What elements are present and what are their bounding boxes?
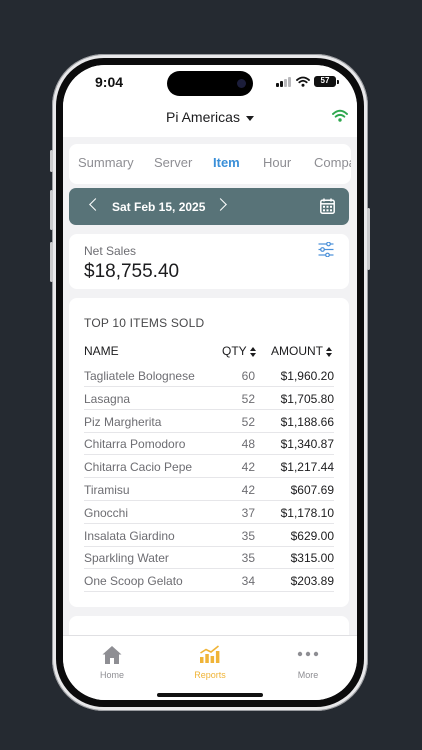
item-amount: $1,178.10 — [280, 505, 334, 520]
top-items-title: TOP 10 ITEMS SOLD — [84, 316, 205, 330]
nav-home[interactable]: Home — [63, 636, 161, 691]
power-button — [367, 208, 370, 270]
battery-icon: 57 — [314, 76, 336, 87]
app-screen: 9:04 57 Pi Americas Summary Server Item … — [63, 65, 357, 700]
dynamic-island — [167, 71, 253, 96]
item-name: Insalata Giardino — [84, 528, 175, 543]
table-row[interactable]: Tiramisu 42 $607.69 — [84, 478, 334, 501]
item-name: Piz Margherita — [84, 414, 162, 429]
qty-header-label: QTY — [222, 344, 247, 358]
item-qty: 42 — [241, 483, 255, 497]
location-name: Pi Americas — [166, 109, 240, 125]
table-row[interactable]: Gnocchi 37 $1,178.10 — [84, 501, 334, 524]
table-row[interactable]: Chitarra Cacio Pepe 42 $1,217.44 — [84, 455, 334, 479]
nav-more[interactable]: More — [259, 636, 357, 691]
net-sales-label: Net Sales — [84, 244, 137, 258]
item-amount: $1,217.44 — [280, 460, 334, 475]
item-amount: $203.89 — [290, 574, 334, 589]
item-qty: 35 — [241, 528, 255, 543]
net-sales-card: Net Sales $18,755.40 — [69, 234, 349, 289]
battery-tip — [337, 79, 339, 84]
top-items-card: TOP 10 ITEMS SOLD NAME QTY AMOUNT Taglia… — [69, 298, 349, 607]
table-row[interactable]: One Scoop Gelato 34 $203.89 — [84, 569, 334, 593]
tab-compare[interactable]: Compa — [314, 155, 351, 170]
table-row[interactable]: Sparkling Water 35 $315.00 — [84, 546, 334, 570]
home-icon — [102, 646, 122, 664]
item-qty: 52 — [241, 414, 255, 429]
nav-reports-label: Reports — [194, 670, 226, 680]
wifi-status-icon[interactable] — [332, 109, 348, 122]
signal-icon — [276, 77, 291, 87]
app-header: Pi Americas — [63, 99, 357, 137]
item-amount: $1,188.66 — [280, 414, 334, 429]
column-header-qty[interactable]: QTY — [222, 344, 257, 358]
tab-item[interactable]: Item — [213, 155, 240, 170]
item-qty: 35 — [241, 551, 255, 566]
table-row[interactable]: Piz Margherita 52 $1,188.66 — [84, 410, 334, 433]
chevron-left-icon[interactable] — [89, 198, 102, 211]
item-qty: 52 — [241, 391, 255, 406]
item-name: Chitarra Cacio Pepe — [84, 460, 193, 475]
item-qty: 48 — [241, 437, 255, 452]
volume-down-button — [50, 242, 53, 282]
sort-icon — [249, 346, 257, 357]
sort-icon — [326, 346, 333, 357]
tab-summary[interactable]: Summary — [78, 155, 134, 170]
action-button — [50, 150, 53, 172]
nav-home-label: Home — [99, 670, 124, 680]
status-time: 9:04 — [95, 74, 124, 90]
calendar-icon[interactable] — [320, 198, 335, 214]
nav-reports[interactable]: Reports — [161, 636, 259, 691]
table-row[interactable]: Lasagna 52 $1,705.80 — [84, 387, 334, 410]
item-qty: 60 — [241, 369, 255, 383]
tab-server[interactable]: Server — [154, 155, 192, 170]
wifi-icon — [296, 76, 310, 87]
item-name: Tagliatele Bolognese — [84, 369, 195, 383]
date-label[interactable]: Sat Feb 15, 2025 — [112, 200, 205, 214]
report-tabs: Summary Server Item Hour Compa — [69, 144, 351, 184]
date-bar: Sat Feb 15, 2025 — [69, 188, 349, 225]
item-amount: $1,705.80 — [280, 391, 334, 406]
status-bar: 9:04 57 — [63, 65, 357, 99]
more-dots-icon — [297, 651, 319, 657]
reports-chart-icon — [200, 645, 220, 663]
item-qty: 34 — [241, 574, 255, 589]
table-row[interactable]: Insalata Giardino 35 $629.00 — [84, 524, 334, 547]
net-sales-value: $18,755.40 — [84, 261, 180, 282]
item-amount: $315.00 — [290, 551, 334, 566]
chevron-right-icon[interactable] — [214, 198, 227, 211]
item-amount: $1,960.20 — [280, 369, 334, 383]
item-name: Gnocchi — [84, 505, 129, 520]
dropdown-caret-icon — [245, 115, 254, 121]
item-name: Lasagna — [84, 391, 131, 406]
nav-more-label: More — [297, 670, 319, 680]
item-name: Sparkling Water — [84, 551, 169, 566]
volume-up-button — [50, 190, 53, 230]
item-name: Chitarra Pomodoro — [84, 437, 186, 452]
bottom-nav: Home Reports More — [63, 635, 357, 700]
table-row[interactable]: Tagliatele Bolognese 60 $1,960.20 — [84, 364, 334, 387]
tab-hour[interactable]: Hour — [263, 155, 291, 170]
amount-header-label: AMOUNT — [271, 344, 323, 358]
location-selector[interactable]: Pi Americas — [63, 109, 357, 125]
filter-sliders-icon[interactable] — [318, 242, 334, 257]
item-name: Tiramisu — [84, 483, 130, 497]
item-amount: $629.00 — [290, 528, 334, 543]
item-name: One Scoop Gelato — [84, 574, 183, 589]
table-row[interactable]: Chitarra Pomodoro 48 $1,340.87 — [84, 432, 334, 456]
column-header-name: NAME — [84, 344, 119, 358]
item-amount: $607.69 — [290, 483, 334, 497]
item-qty: 37 — [241, 505, 255, 520]
column-header-amount[interactable]: AMOUNT — [271, 344, 333, 358]
item-amount: $1,340.87 — [280, 437, 334, 452]
home-indicator — [157, 693, 263, 697]
item-qty: 42 — [241, 460, 255, 475]
